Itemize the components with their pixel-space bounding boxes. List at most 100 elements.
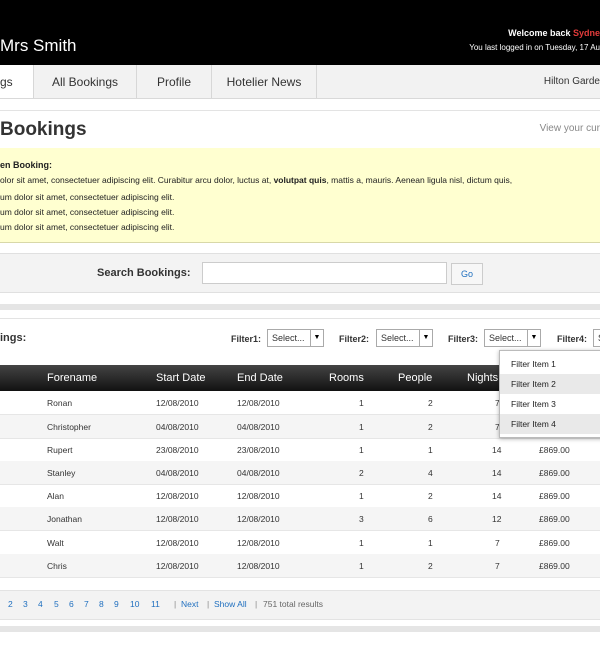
page-link-10[interactable]: 10: [130, 599, 139, 609]
hotel-name[interactable]: Hilton Garde: [544, 65, 600, 98]
cell-people: 1: [428, 538, 433, 548]
cell-nights: 14: [492, 468, 502, 478]
cell-rooms: 1: [359, 491, 364, 501]
cell-people: 2: [428, 561, 433, 571]
filter-item-3[interactable]: Filter Item 3: [500, 394, 600, 414]
cell-price: £869.00: [539, 561, 570, 571]
notice-line-1: olor sit amet, consectetuer adipiscing e…: [0, 175, 513, 185]
filter1-label: Filter1:: [231, 334, 262, 344]
page-link-3[interactable]: 3: [23, 599, 28, 609]
bookings-table-title: ings:: [0, 332, 27, 344]
table-row[interactable]: Chris 12/08/2010 12/08/2010 1 2 7 £869.0…: [0, 554, 600, 578]
pager-divider: |: [174, 599, 177, 609]
cell-end-date: 12/08/2010: [237, 514, 280, 524]
filter1-select[interactable]: Select... ▼: [267, 329, 324, 347]
divider: [0, 304, 600, 310]
tab-bookings[interactable]: gs: [0, 65, 34, 98]
page-link-11[interactable]: 11: [151, 599, 160, 609]
cell-start-date: 04/08/2010: [156, 468, 199, 478]
total-results: 751 total results: [263, 599, 324, 609]
cell-forename: Chris: [47, 561, 67, 571]
cell-forename: Jonathan: [47, 514, 82, 524]
view-current-link[interactable]: View your cur: [540, 123, 600, 134]
chevron-down-icon: ▼: [527, 330, 540, 346]
notice-title: en Booking:: [0, 160, 52, 170]
filter3-label: Filter3:: [448, 334, 479, 344]
username-link[interactable]: Sydne: [573, 28, 600, 38]
notice-line-3: um dolor sit amet, consectetuer adipisci…: [0, 207, 175, 217]
cell-people: 4: [428, 468, 433, 478]
cell-rooms: 2: [359, 468, 364, 478]
chevron-down-icon: ▼: [310, 330, 323, 346]
page-link-6[interactable]: 6: [69, 599, 74, 609]
page-link-5[interactable]: 5: [54, 599, 59, 609]
table-row[interactable]: Jonathan 12/08/2010 12/08/2010 3 6 12 £8…: [0, 507, 600, 531]
cell-end-date: 23/08/2010: [237, 445, 280, 455]
filter1-value: Select...: [272, 333, 305, 343]
cell-forename: Alan: [47, 491, 65, 501]
last-login-text: You last logged in on Tuesday, 17 Au: [469, 43, 600, 52]
search-go-button[interactable]: Go: [451, 263, 483, 285]
filter3-dropdown-menu: Filter Item 1 Filter Item 2 Filter Item …: [499, 350, 600, 438]
cell-price: £869.00: [539, 491, 570, 501]
site-header: Mrs Smith Welcome back Sydne You last lo…: [0, 0, 600, 65]
notice-line-4: um dolor sit amet, consectetuer adipisci…: [0, 222, 175, 232]
filter2-value: Select...: [381, 333, 414, 343]
show-all-link[interactable]: Show All: [214, 599, 247, 609]
filter3-select[interactable]: Select... ▼: [484, 329, 541, 347]
cell-nights: 14: [492, 491, 502, 501]
cell-people: 2: [428, 491, 433, 501]
page-link-9[interactable]: 9: [114, 599, 119, 609]
chevron-down-icon: ▼: [419, 330, 432, 346]
divider: [0, 626, 600, 632]
filter2-select[interactable]: Select... ▼: [376, 329, 433, 347]
brand-logo[interactable]: Mrs Smith: [0, 36, 77, 56]
filter-item-4[interactable]: Filter Item 4: [500, 414, 600, 434]
cell-rooms: 1: [359, 538, 364, 548]
col-forename[interactable]: Forename: [47, 372, 97, 384]
col-start-date[interactable]: Start Date: [156, 372, 206, 384]
cell-price: £869.00: [539, 538, 570, 548]
filter-item-1[interactable]: Filter Item 1: [500, 354, 600, 374]
cell-start-date: 12/08/2010: [156, 514, 199, 524]
cell-price: £869.00: [539, 445, 570, 455]
col-nights[interactable]: Nights: [467, 372, 498, 384]
next-page-link[interactable]: Next: [181, 599, 198, 609]
cell-forename: Ronan: [47, 398, 73, 408]
cell-nights: 7: [495, 538, 500, 548]
filter4-select[interactable]: S: [593, 329, 600, 347]
search-bar: Search Bookings: Go: [0, 253, 600, 293]
cell-rooms: 1: [359, 445, 364, 455]
cell-nights: 7: [495, 561, 500, 571]
cell-rooms: 1: [359, 561, 364, 571]
filter2-label: Filter2:: [339, 334, 370, 344]
col-people[interactable]: People: [398, 372, 432, 384]
tab-hotelier-news[interactable]: Hotelier News: [212, 65, 317, 98]
search-input[interactable]: [202, 262, 447, 284]
cell-price: £869.00: [539, 514, 570, 524]
filter-item-2[interactable]: Filter Item 2: [500, 374, 600, 394]
table-row[interactable]: Rupert 23/08/2010 23/08/2010 1 1 14 £869…: [0, 438, 600, 462]
tab-profile[interactable]: Profile: [137, 65, 212, 98]
cell-people: 2: [428, 398, 433, 408]
col-rooms[interactable]: Rooms: [329, 372, 364, 384]
cell-end-date: 12/08/2010: [237, 538, 280, 548]
cell-nights: 12: [492, 514, 502, 524]
table-row[interactable]: Alan 12/08/2010 12/08/2010 1 2 14 £869.0…: [0, 484, 600, 508]
table-row[interactable]: Walt 12/08/2010 12/08/2010 1 1 7 £869.00: [0, 531, 600, 555]
page-link-4[interactable]: 4: [38, 599, 43, 609]
cell-nights: 14: [492, 445, 502, 455]
pager-divider: |: [255, 599, 258, 609]
cell-people: 1: [428, 445, 433, 455]
notice-line-2: um dolor sit amet, consectetuer adipisci…: [0, 192, 175, 202]
booking-notice: en Booking: olor sit amet, consectetuer …: [0, 148, 600, 243]
tab-all-bookings[interactable]: All Bookings: [34, 65, 137, 98]
cell-rooms: 1: [359, 422, 364, 432]
page-link-7[interactable]: 7: [84, 599, 89, 609]
cell-end-date: 04/08/2010: [237, 422, 280, 432]
table-row[interactable]: Stanley 04/08/2010 04/08/2010 2 4 14 £86…: [0, 461, 600, 485]
page-link-8[interactable]: 8: [99, 599, 104, 609]
welcome-message: Welcome back Sydne: [508, 28, 600, 38]
col-end-date[interactable]: End Date: [237, 372, 283, 384]
page-link-2[interactable]: 2: [8, 599, 13, 609]
